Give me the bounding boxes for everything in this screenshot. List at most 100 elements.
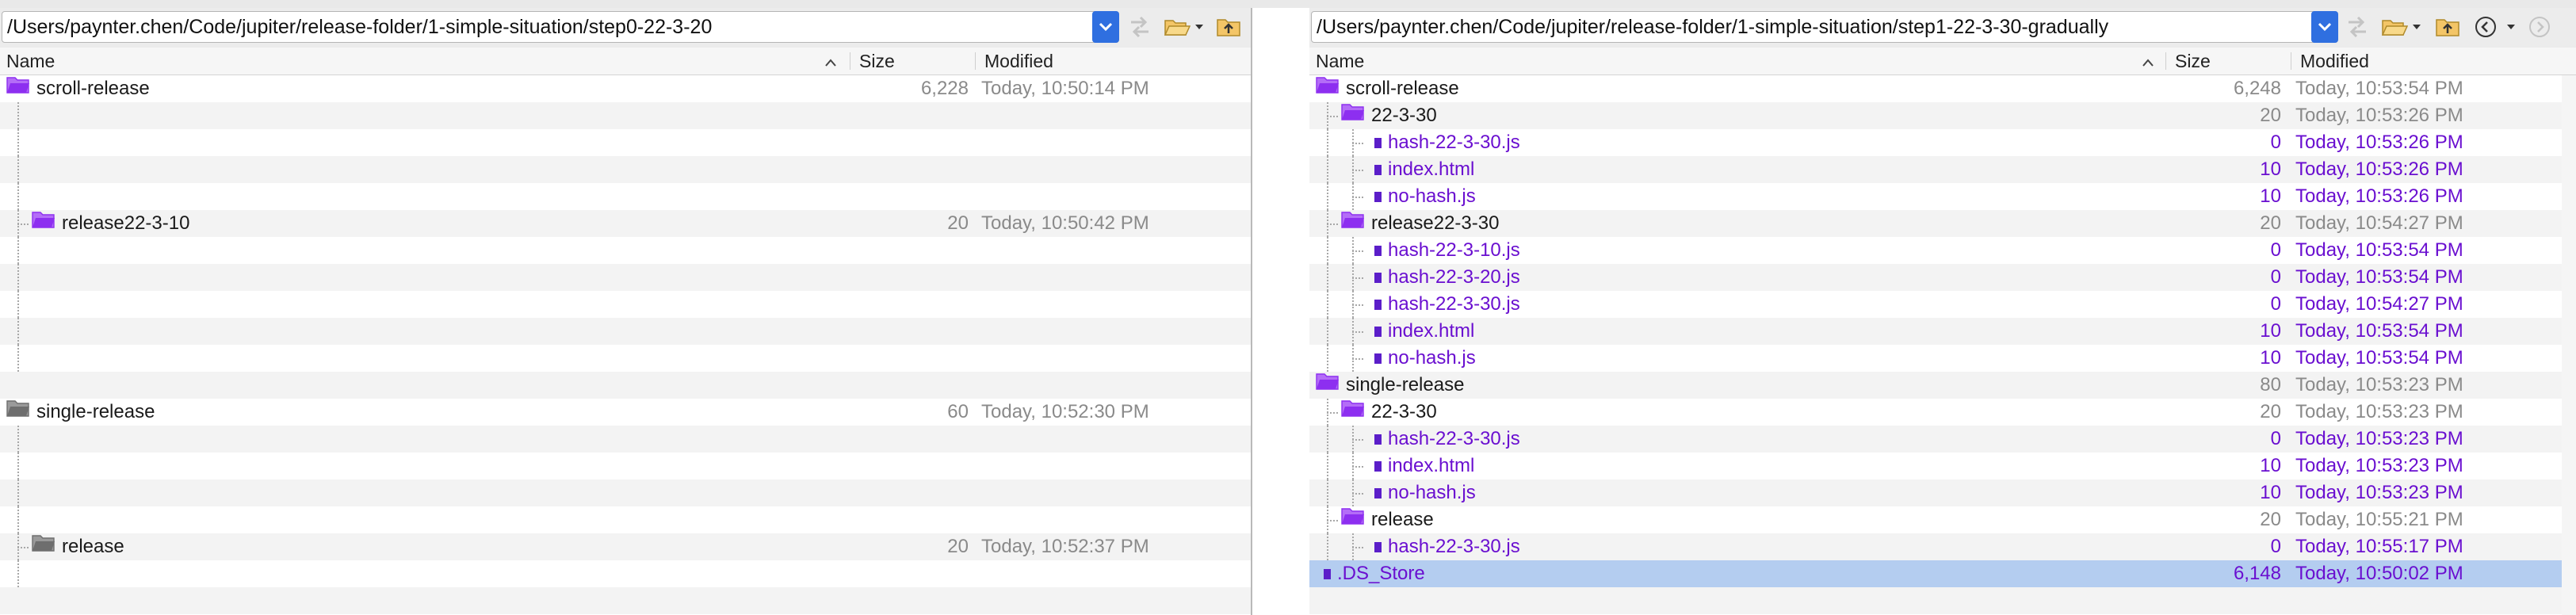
pane-divider[interactable] bbox=[1251, 8, 1309, 615]
modified-column-header[interactable]: Modified bbox=[984, 48, 1053, 74]
sort-arrow-icon[interactable] bbox=[2142, 48, 2154, 74]
parent-folder-icon[interactable] bbox=[2432, 13, 2463, 41]
folder-row[interactable]: scroll-release 6,228 Today, 10:50:14 PM bbox=[0, 75, 1251, 102]
tree-connector-line bbox=[1327, 237, 1328, 264]
empty-tree-row[interactable] bbox=[0, 506, 1251, 533]
back-history-chevron-icon[interactable] bbox=[2503, 13, 2519, 41]
file-row[interactable]: hash-22-3-30.js 0 Today, 10:53:26 PM bbox=[1309, 129, 2576, 156]
sort-arrow-icon[interactable] bbox=[824, 48, 837, 74]
empty-tree-row[interactable] bbox=[0, 264, 1251, 291]
folder-row[interactable]: single-release 80 Today, 10:53:23 PM bbox=[1309, 372, 2576, 399]
chevron-down-icon[interactable] bbox=[1092, 11, 1119, 43]
name-column-header[interactable]: Name bbox=[1316, 48, 1364, 74]
file-row[interactable]: index.html 10 Today, 10:53:54 PM bbox=[1309, 318, 2576, 345]
empty-tree-row[interactable] bbox=[0, 426, 1251, 453]
tree-connector-line bbox=[17, 345, 19, 372]
left-path-text[interactable]: /Users/paynter.chen/Code/jupiter/release… bbox=[7, 12, 1085, 42]
open-folder-icon[interactable] bbox=[2379, 13, 2424, 41]
empty-tree-row[interactable] bbox=[0, 318, 1251, 345]
folder-row[interactable]: single-release 60 Today, 10:52:30 PM bbox=[0, 399, 1251, 426]
entry-name-text: hash-22-3-30.js bbox=[1388, 536, 1520, 557]
tree-connector-line bbox=[17, 426, 19, 453]
folder-row[interactable]: 22-3-30 20 Today, 10:53:26 PM bbox=[1309, 102, 2576, 129]
entry-name: release22-3-30 bbox=[1341, 210, 1499, 237]
entry-name-text: scroll-release bbox=[1346, 78, 1459, 99]
tree-connector-line bbox=[17, 102, 19, 129]
file-row[interactable]: hash-22-3-30.js 0 Today, 10:53:23 PM bbox=[1309, 426, 2576, 453]
parent-folder-icon[interactable] bbox=[1213, 13, 1244, 41]
empty-tree-row[interactable] bbox=[0, 560, 1251, 587]
tree-connector-line bbox=[1327, 318, 1328, 345]
size-column-header[interactable]: Size bbox=[859, 48, 895, 74]
empty-tree-row[interactable] bbox=[0, 156, 1251, 183]
forward-arrow-icon[interactable] bbox=[2525, 13, 2554, 41]
folder-row[interactable]: release22-3-30 20 Today, 10:54:27 PM bbox=[1309, 210, 2576, 237]
file-icon bbox=[1374, 137, 1382, 148]
tree-connector-line bbox=[1327, 116, 1338, 117]
tree-connector-line bbox=[17, 156, 19, 183]
folder-row[interactable]: scroll-release 6,248 Today, 10:53:54 PM bbox=[1309, 75, 2576, 102]
empty-tree-row[interactable] bbox=[0, 102, 1251, 129]
entry-size: 6,148 bbox=[2233, 563, 2281, 584]
empty-tree-row[interactable] bbox=[0, 372, 1251, 399]
entry-name-text: single-release bbox=[36, 401, 155, 422]
empty-tree-row[interactable] bbox=[0, 129, 1251, 156]
empty-tree-row[interactable] bbox=[0, 453, 1251, 479]
swap-arrow-icon[interactable] bbox=[2343, 13, 2372, 41]
folder-row[interactable]: 22-3-30 20 Today, 10:53:23 PM bbox=[1309, 399, 2576, 426]
entry-name-text: hash-22-3-30.js bbox=[1388, 428, 1520, 449]
file-row[interactable]: hash-22-3-30.js 0 Today, 10:54:27 PM bbox=[1309, 291, 2576, 318]
swap-arrow-icon[interactable] bbox=[1126, 13, 1154, 41]
entry-name-text: 22-3-30 bbox=[1371, 401, 1437, 422]
entry-name-text: release bbox=[1371, 509, 1434, 530]
file-row[interactable]: hash-22-3-10.js 0 Today, 10:53:54 PM bbox=[1309, 237, 2576, 264]
empty-tree-row[interactable] bbox=[0, 479, 1251, 506]
entry-modified: Today, 10:55:21 PM bbox=[2295, 509, 2463, 530]
back-arrow-icon[interactable] bbox=[2471, 13, 2500, 41]
tree-connector-line bbox=[1352, 304, 1363, 306]
entry-modified: Today, 10:53:54 PM bbox=[2295, 266, 2463, 288]
entry-size: 10 bbox=[2260, 482, 2281, 503]
chevron-down-icon[interactable] bbox=[2311, 11, 2338, 43]
empty-tree-row[interactable] bbox=[1309, 587, 2576, 614]
column-separator[interactable] bbox=[2165, 52, 2166, 70]
file-row[interactable]: no-hash.js 10 Today, 10:53:54 PM bbox=[1309, 345, 2576, 372]
entry-size: 6,248 bbox=[2233, 78, 2281, 99]
folder-row[interactable]: release 20 Today, 10:55:21 PM bbox=[1309, 506, 2576, 533]
name-column-header[interactable]: Name bbox=[6, 48, 55, 74]
size-column-header[interactable]: Size bbox=[2175, 48, 2211, 74]
right-scrollbar[interactable] bbox=[2562, 75, 2576, 615]
entry-name-text: release22-3-30 bbox=[1371, 212, 1500, 234]
entry-name-text: index.html bbox=[1388, 320, 1475, 342]
right-path-combobox[interactable]: /Users/paynter.chen/Code/jupiter/release… bbox=[1311, 11, 2338, 43]
file-row[interactable]: index.html 10 Today, 10:53:23 PM bbox=[1309, 453, 2576, 479]
entry-modified: Today, 10:53:26 PM bbox=[2295, 159, 2463, 180]
file-row[interactable]: .DS_Store 6,148 Today, 10:50:02 PM bbox=[1309, 560, 2576, 587]
file-icon bbox=[1374, 299, 1382, 310]
empty-tree-row[interactable] bbox=[0, 587, 1251, 614]
file-row[interactable]: index.html 10 Today, 10:53:26 PM bbox=[1309, 156, 2576, 183]
tree-connector-line bbox=[17, 453, 19, 479]
tree-connector-line bbox=[1352, 250, 1363, 252]
entry-modified: Today, 10:50:02 PM bbox=[2295, 563, 2463, 584]
open-folder-icon[interactable] bbox=[1162, 13, 1206, 41]
left-path-combobox[interactable]: /Users/paynter.chen/Code/jupiter/release… bbox=[2, 11, 1119, 43]
empty-tree-row[interactable] bbox=[0, 237, 1251, 264]
right-path-text[interactable]: /Users/paynter.chen/Code/jupiter/release… bbox=[1317, 12, 2307, 42]
folder-row[interactable]: release 20 Today, 10:52:37 PM bbox=[0, 533, 1251, 560]
file-row[interactable]: hash-22-3-30.js 0 Today, 10:55:17 PM bbox=[1309, 533, 2576, 560]
file-row[interactable]: hash-22-3-20.js 0 Today, 10:53:54 PM bbox=[1309, 264, 2576, 291]
modified-column-header[interactable]: Modified bbox=[2300, 48, 2369, 74]
empty-tree-row[interactable] bbox=[0, 183, 1251, 210]
tree-connector-line bbox=[1352, 466, 1363, 468]
entry-name-text: 22-3-30 bbox=[1371, 105, 1437, 126]
empty-tree-row[interactable] bbox=[0, 291, 1251, 318]
empty-tree-row[interactable] bbox=[0, 345, 1251, 372]
folder-row[interactable]: release22-3-10 20 Today, 10:50:42 PM bbox=[0, 210, 1251, 237]
file-row[interactable]: no-hash.js 10 Today, 10:53:26 PM bbox=[1309, 183, 2576, 210]
file-icon bbox=[1324, 568, 1331, 579]
column-separator[interactable] bbox=[975, 52, 976, 70]
file-row[interactable]: no-hash.js 10 Today, 10:53:23 PM bbox=[1309, 479, 2576, 506]
tree-connector-line bbox=[1327, 156, 1328, 183]
tree-connector-line bbox=[17, 223, 29, 225]
